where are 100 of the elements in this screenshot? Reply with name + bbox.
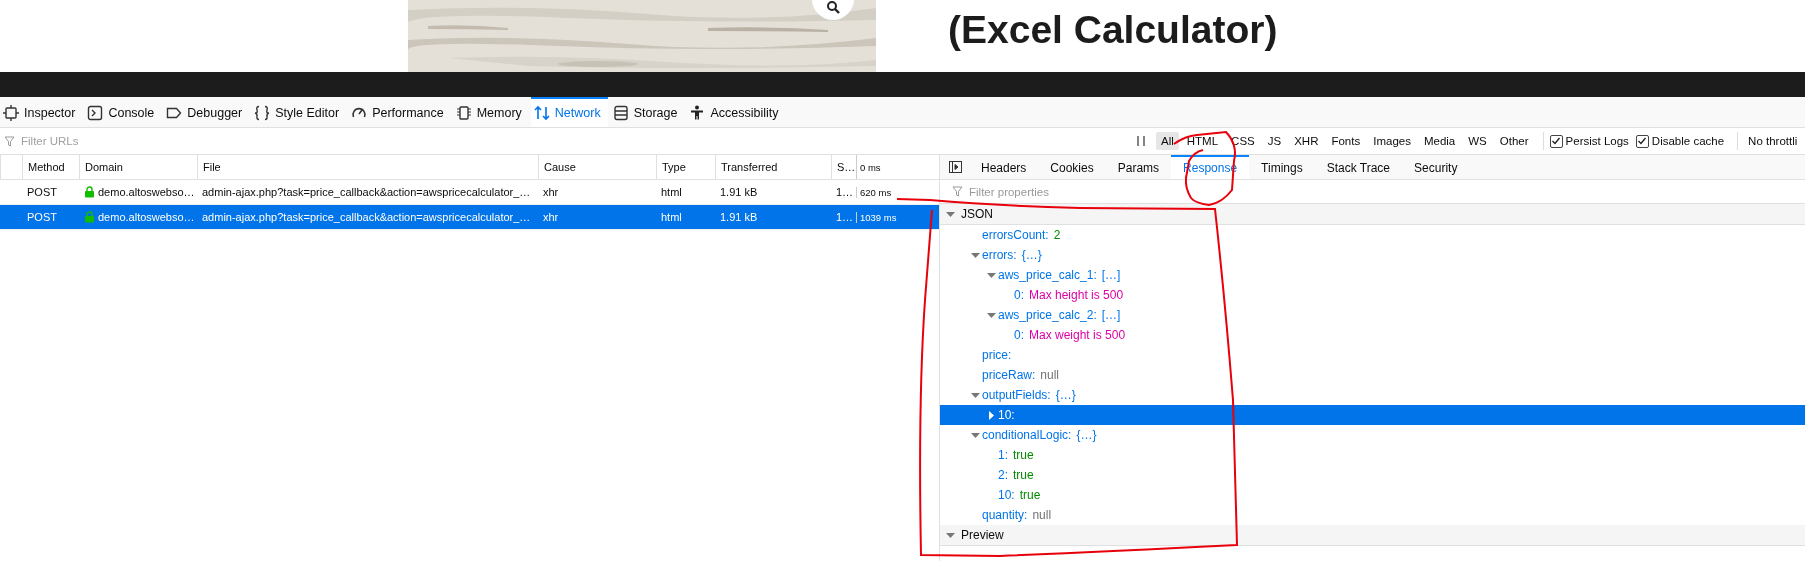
type-filter-button[interactable]: JS xyxy=(1262,132,1287,150)
tree-row[interactable]: price: xyxy=(940,345,1805,365)
lock-icon xyxy=(84,211,95,223)
tree-row[interactable]: aws_price_calc_1: […] xyxy=(940,265,1805,285)
size-cell-text: 1… xyxy=(835,211,855,223)
property-value: null xyxy=(1032,508,1052,522)
option-label: Persist Logs xyxy=(1565,135,1629,147)
devtools-tab[interactable]: Accessibility xyxy=(686,97,786,127)
request-row[interactable]: POST demo.altoswebso… admin-ajax.php?task=price_callback&action=awspricecalculator_… xhr html 1.91 kB 1… 1039 ms xyxy=(0,205,939,230)
console-icon xyxy=(87,105,104,121)
property-key: aws_price_calc_2: xyxy=(998,308,1097,322)
type-filter-button[interactable]: XHR xyxy=(1289,132,1324,150)
method-cell-text: POST xyxy=(26,211,58,223)
tree-row[interactable]: errors: {…} xyxy=(940,245,1805,265)
property-value: […] xyxy=(1101,268,1121,282)
property-key: outputFields: xyxy=(982,388,1051,402)
details-tab[interactable]: Security xyxy=(1402,155,1470,179)
property-value: 2 xyxy=(1053,228,1061,242)
tree-row[interactable]: outputFields: {…} xyxy=(940,385,1805,405)
throttling-menu[interactable]: No throttli xyxy=(1748,135,1798,147)
property-key: 10: xyxy=(998,408,1015,422)
devtools-tab[interactable]: Inspector xyxy=(0,97,83,127)
filter-urls-field[interactable]: Filter URLs xyxy=(19,134,323,148)
type-filter-button[interactable]: Fonts xyxy=(1326,132,1366,150)
debugger-icon xyxy=(166,105,183,121)
type-filter-button[interactable]: WS xyxy=(1463,132,1492,150)
option-checkbox[interactable]: Disable cache xyxy=(1635,134,1725,148)
property-value: {…} xyxy=(1055,388,1076,402)
property-value: {…} xyxy=(1076,428,1097,442)
tree-row[interactable]: 2: true xyxy=(940,465,1805,485)
devtools-tab[interactable]: Console xyxy=(84,97,162,127)
option-label: Disable cache xyxy=(1651,135,1725,147)
collapse-arrow-icon[interactable] xyxy=(971,390,980,400)
column-header[interactable]: Transferred xyxy=(715,155,831,179)
devtools-tab[interactable]: Storage xyxy=(609,97,685,127)
column-header[interactable]: Type xyxy=(656,155,715,179)
devtools-tab[interactable]: Memory xyxy=(452,97,529,127)
property-key: 0: xyxy=(1014,288,1024,302)
section-header[interactable]: Preview xyxy=(940,525,1805,546)
type-filter-button[interactable]: HTML xyxy=(1181,132,1224,150)
devtools-tab[interactable]: Debugger xyxy=(163,97,250,127)
collapse-arrow-icon[interactable] xyxy=(971,250,980,260)
tree-row[interactable]: 0: Max height is 500 xyxy=(940,285,1805,305)
type-filter-button[interactable]: Media xyxy=(1418,132,1461,150)
section-title: JSON xyxy=(961,207,993,221)
type-filter-button[interactable]: All xyxy=(1156,132,1179,150)
type-filter-button[interactable]: Other xyxy=(1494,132,1534,150)
inspector-icon xyxy=(3,105,19,121)
tree-row[interactable]: errorsCount: 2 xyxy=(940,225,1805,245)
lock-icon xyxy=(84,186,95,198)
pause-icon xyxy=(1136,135,1146,147)
column-header[interactable]: File xyxy=(197,155,538,179)
check-icon xyxy=(1551,136,1562,146)
property-value: Max weight is 500 xyxy=(1029,328,1126,342)
details-tab[interactable]: Headers xyxy=(969,155,1039,179)
funnel-icon xyxy=(4,135,15,147)
type-cell-text: html xyxy=(660,186,683,198)
property-value: {…} xyxy=(1021,248,1042,262)
option-checkbox[interactable]: Persist Logs xyxy=(1549,134,1629,148)
property-key: errorsCount: xyxy=(982,228,1049,242)
type-filter-button[interactable]: Images xyxy=(1368,132,1416,150)
property-key: price: xyxy=(982,348,1012,362)
column-header[interactable]: Cause xyxy=(538,155,656,179)
devtools-tab[interactable]: Performance xyxy=(348,97,451,127)
collapse-arrow-icon[interactable] xyxy=(987,270,996,280)
tree-row[interactable]: priceRaw: null xyxy=(940,365,1805,385)
property-key: quantity: xyxy=(982,508,1028,522)
devtools-tab[interactable]: Style Editor xyxy=(251,97,347,127)
collapse-arrow-icon[interactable] xyxy=(987,310,996,320)
tree-row[interactable]: conditionalLogic: {…} xyxy=(940,425,1805,445)
storage-icon xyxy=(612,105,629,121)
column-header[interactable]: Method xyxy=(22,155,79,179)
tree-row[interactable]: quantity: null xyxy=(940,505,1805,525)
property-key: aws_price_calc_1: xyxy=(998,268,1097,282)
column-header[interactable]: S… xyxy=(831,155,856,179)
column-header[interactable]: Domain xyxy=(79,155,197,179)
collapse-arrow-icon[interactable] xyxy=(971,430,980,440)
tree-row[interactable]: aws_price_calc_2: […] xyxy=(940,305,1805,325)
details-tab[interactable]: Cookies xyxy=(1038,155,1106,179)
details-tab[interactable]: Stack Trace xyxy=(1314,155,1403,179)
property-value: true xyxy=(1013,448,1034,462)
page-heading: (Excel Calculator) xyxy=(948,8,1278,52)
checkbox[interactable] xyxy=(1549,134,1563,148)
section-header[interactable]: JSON xyxy=(940,204,1805,225)
expand-arrow-icon[interactable] xyxy=(987,410,996,420)
tree-row[interactable]: 1: true xyxy=(940,445,1805,465)
property-key: conditionalLogic: xyxy=(982,428,1072,442)
arrows-icon xyxy=(533,105,550,121)
type-cell-text: html xyxy=(660,211,683,223)
tree-row[interactable]: 10: true xyxy=(940,485,1805,505)
checkbox[interactable] xyxy=(1635,134,1649,148)
accessibility-icon xyxy=(689,105,706,121)
tree-row[interactable]: 10: xyxy=(940,405,1805,425)
details-tab[interactable]: Params xyxy=(1105,155,1172,179)
transferred-cell-text: 1.91 kB xyxy=(719,211,759,223)
file-cell-text: admin-ajax.php?task=price_callback&action=awspricecalculator_… xyxy=(201,186,532,198)
tree-row[interactable]: 0: Max weight is 500 xyxy=(940,325,1805,345)
details-tab[interactable]: Timings xyxy=(1249,155,1315,179)
property-value: null xyxy=(1040,368,1060,382)
devtools-tab[interactable]: Network xyxy=(530,97,608,127)
